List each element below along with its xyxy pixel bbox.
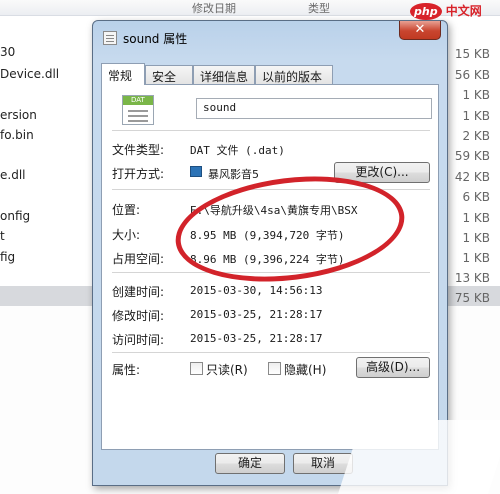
general-tab-panel: DAT sound 文件类型: DAT 文件 (.dat) 打开方式: 暴风影音… xyxy=(101,84,439,450)
dialog-title: sound 属性 xyxy=(123,32,188,46)
file-size: 75 KB xyxy=(454,291,490,305)
tab-security[interactable]: 安全 xyxy=(145,65,193,84)
corner-watermark xyxy=(337,420,500,494)
size-value: 8.95 MB (9,394,720 字节) xyxy=(190,229,345,242)
properties-dialog: sound 属性 ✕ 常规 安全 详细信息 以前的版本 DAT sound 文件… xyxy=(92,20,448,486)
media-player-icon xyxy=(190,166,202,177)
file-name-field[interactable]: sound xyxy=(196,98,432,119)
file-size: 56 KB xyxy=(454,68,490,82)
divider xyxy=(112,352,430,353)
file-size: 1 KB xyxy=(462,109,490,123)
divider xyxy=(112,189,430,190)
open-with-label: 打开方式: xyxy=(112,167,165,181)
file-list-item[interactable]: e.dll xyxy=(0,168,25,182)
modified-value: 2015-03-25, 21:28:17 xyxy=(190,308,323,321)
file-size: 1 KB xyxy=(462,211,490,225)
file-size: 42 KB xyxy=(454,170,490,184)
tab-previous-versions[interactable]: 以前的版本 xyxy=(255,65,333,84)
advanced-button[interactable]: 高级(D)... xyxy=(356,357,430,378)
file-list-item[interactable]: fig xyxy=(0,250,15,264)
file-size: 59 KB xyxy=(454,149,490,163)
size-label: 大小: xyxy=(112,228,141,242)
location-value: E:\导航升级\4sa\黄旗专用\BSX xyxy=(190,204,358,217)
change-program-button[interactable]: 更改(C)... xyxy=(334,162,430,183)
file-list-item[interactable]: 30 xyxy=(0,45,15,59)
file-list-item[interactable]: onfig xyxy=(0,209,30,223)
dat-file-icon: DAT xyxy=(122,95,154,125)
readonly-label[interactable]: 只读(R) xyxy=(206,361,248,378)
tab-general[interactable]: 常规 xyxy=(101,63,145,85)
file-size: 1 KB xyxy=(462,231,490,245)
file-size: 6 KB xyxy=(462,190,490,204)
column-type[interactable]: 类型 xyxy=(308,0,330,16)
file-size: 1 KB xyxy=(462,251,490,265)
php-watermark-logo: php 中文网 xyxy=(410,2,500,28)
location-label: 位置: xyxy=(112,203,141,217)
file-type-value: DAT 文件 (.dat) xyxy=(190,144,285,157)
file-size: 15 KB xyxy=(454,47,490,61)
file-properties-icon xyxy=(103,31,117,45)
accessed-value: 2015-03-25, 21:28:17 xyxy=(190,332,323,345)
divider xyxy=(112,130,430,131)
dialog-titlebar[interactable]: sound 属性 ✕ xyxy=(93,21,447,51)
created-value: 2015-03-30, 14:56:13 xyxy=(190,284,323,297)
modified-label: 修改时间: xyxy=(112,309,165,323)
column-modified-date[interactable]: 修改日期 xyxy=(192,0,236,16)
attributes-label: 属性: xyxy=(112,363,141,377)
accessed-label: 访问时间: xyxy=(112,333,165,347)
cancel-button[interactable]: 取消 xyxy=(293,453,353,474)
size-on-disk-label: 占用空间: xyxy=(112,252,165,266)
readonly-checkbox[interactable] xyxy=(190,362,203,375)
file-list-item[interactable]: fo.bin xyxy=(0,128,34,142)
open-with-value: 暴风影音5 xyxy=(208,168,259,181)
file-size: 13 KB xyxy=(454,271,490,285)
file-list-item[interactable]: ersion xyxy=(0,108,37,122)
file-list-item[interactable]: t xyxy=(0,229,5,243)
size-on-disk-value: 8.96 MB (9,396,224 字节) xyxy=(190,253,345,266)
file-size: 2 KB xyxy=(462,129,490,143)
ok-button[interactable]: 确定 xyxy=(215,453,285,474)
file-size: 1 KB xyxy=(462,88,490,102)
file-type-label: 文件类型: xyxy=(112,143,165,157)
hidden-label[interactable]: 隐藏(H) xyxy=(284,361,326,378)
divider xyxy=(112,272,430,273)
file-list-item[interactable]: Device.dll xyxy=(0,67,59,81)
created-label: 创建时间: xyxy=(112,285,165,299)
hidden-checkbox[interactable] xyxy=(268,362,281,375)
tab-details[interactable]: 详细信息 xyxy=(193,65,255,84)
